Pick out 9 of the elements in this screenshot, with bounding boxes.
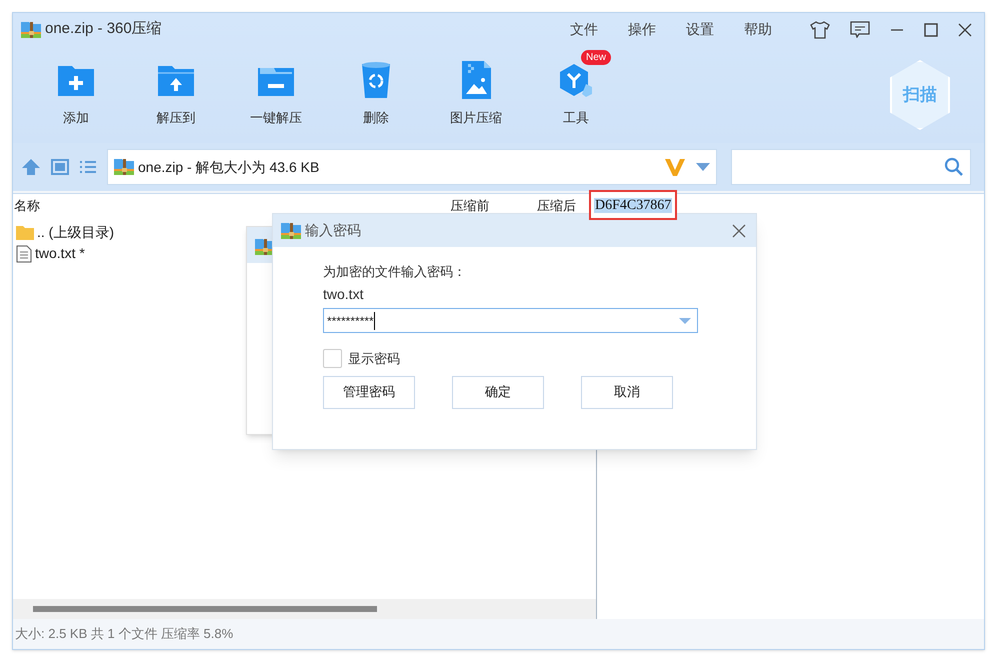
- prompt-text: 为加密的文件输入密码：: [323, 263, 467, 281]
- address-path: one.zip - 解包大小为 43.6 KB: [138, 158, 320, 177]
- window-title: one.zip - 360压缩: [45, 19, 162, 40]
- status-bar-text: 大小: 2.5 KB 共 1 个文件 压缩率 5.8%: [15, 625, 234, 644]
- highlighted-text: D6F4C37867: [589, 190, 678, 220]
- dialog-title: 输入密码: [305, 221, 361, 240]
- new-badge: New: [581, 50, 612, 65]
- file-name: two.txt: [323, 285, 364, 304]
- checkbox-label: 显示密码: [348, 350, 400, 368]
